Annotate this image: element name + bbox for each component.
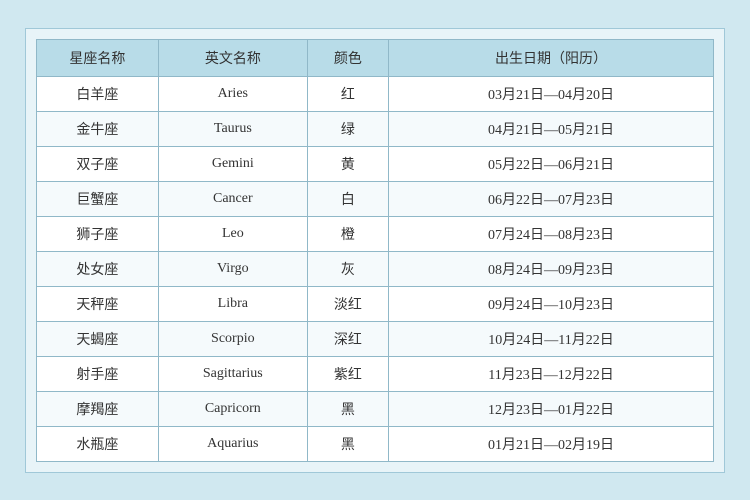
cell-color: 紫红 (307, 356, 388, 391)
cell-color: 灰 (307, 251, 388, 286)
cell-chinese: 金牛座 (37, 111, 159, 146)
cell-english: Scorpio (158, 321, 307, 356)
table-row: 水瓶座Aquarius黑01月21日—02月19日 (37, 426, 714, 461)
table-row: 狮子座Leo橙07月24日—08月23日 (37, 216, 714, 251)
cell-english: Cancer (158, 181, 307, 216)
cell-english: Aries (158, 76, 307, 111)
table-row: 巨蟹座Cancer白06月22日—07月23日 (37, 181, 714, 216)
cell-chinese: 射手座 (37, 356, 159, 391)
cell-chinese: 双子座 (37, 146, 159, 181)
cell-date: 10月24日—11月22日 (389, 321, 714, 356)
cell-date: 05月22日—06月21日 (389, 146, 714, 181)
cell-english: Taurus (158, 111, 307, 146)
cell-color: 黑 (307, 426, 388, 461)
cell-english: Capricorn (158, 391, 307, 426)
cell-chinese: 水瓶座 (37, 426, 159, 461)
table-row: 天蝎座Scorpio深红10月24日—11月22日 (37, 321, 714, 356)
cell-chinese: 巨蟹座 (37, 181, 159, 216)
table-header-row: 星座名称 英文名称 颜色 出生日期（阳历） (37, 39, 714, 76)
cell-date: 09月24日—10月23日 (389, 286, 714, 321)
table-row: 双子座Gemini黄05月22日—06月21日 (37, 146, 714, 181)
cell-date: 06月22日—07月23日 (389, 181, 714, 216)
header-english: 英文名称 (158, 39, 307, 76)
cell-date: 07月24日—08月23日 (389, 216, 714, 251)
table-row: 天秤座Libra淡红09月24日—10月23日 (37, 286, 714, 321)
cell-color: 黑 (307, 391, 388, 426)
cell-color: 白 (307, 181, 388, 216)
cell-date: 11月23日—12月22日 (389, 356, 714, 391)
table-row: 处女座Virgo灰08月24日—09月23日 (37, 251, 714, 286)
header-chinese: 星座名称 (37, 39, 159, 76)
table-row: 摩羯座Capricorn黑12月23日—01月22日 (37, 391, 714, 426)
cell-english: Aquarius (158, 426, 307, 461)
cell-color: 绿 (307, 111, 388, 146)
cell-color: 淡红 (307, 286, 388, 321)
cell-chinese: 摩羯座 (37, 391, 159, 426)
cell-date: 03月21日—04月20日 (389, 76, 714, 111)
main-container: 星座名称 英文名称 颜色 出生日期（阳历） 白羊座Aries红03月21日—04… (25, 28, 725, 473)
cell-color: 橙 (307, 216, 388, 251)
cell-color: 深红 (307, 321, 388, 356)
table-row: 射手座Sagittarius紫红11月23日—12月22日 (37, 356, 714, 391)
cell-chinese: 狮子座 (37, 216, 159, 251)
cell-chinese: 白羊座 (37, 76, 159, 111)
cell-chinese: 天秤座 (37, 286, 159, 321)
header-color: 颜色 (307, 39, 388, 76)
cell-english: Gemini (158, 146, 307, 181)
header-date: 出生日期（阳历） (389, 39, 714, 76)
cell-color: 红 (307, 76, 388, 111)
cell-color: 黄 (307, 146, 388, 181)
cell-chinese: 处女座 (37, 251, 159, 286)
cell-date: 01月21日—02月19日 (389, 426, 714, 461)
zodiac-table: 星座名称 英文名称 颜色 出生日期（阳历） 白羊座Aries红03月21日—04… (36, 39, 714, 462)
cell-english: Libra (158, 286, 307, 321)
cell-date: 12月23日—01月22日 (389, 391, 714, 426)
table-row: 白羊座Aries红03月21日—04月20日 (37, 76, 714, 111)
cell-date: 08月24日—09月23日 (389, 251, 714, 286)
cell-date: 04月21日—05月21日 (389, 111, 714, 146)
cell-english: Sagittarius (158, 356, 307, 391)
cell-english: Virgo (158, 251, 307, 286)
table-row: 金牛座Taurus绿04月21日—05月21日 (37, 111, 714, 146)
cell-english: Leo (158, 216, 307, 251)
cell-chinese: 天蝎座 (37, 321, 159, 356)
